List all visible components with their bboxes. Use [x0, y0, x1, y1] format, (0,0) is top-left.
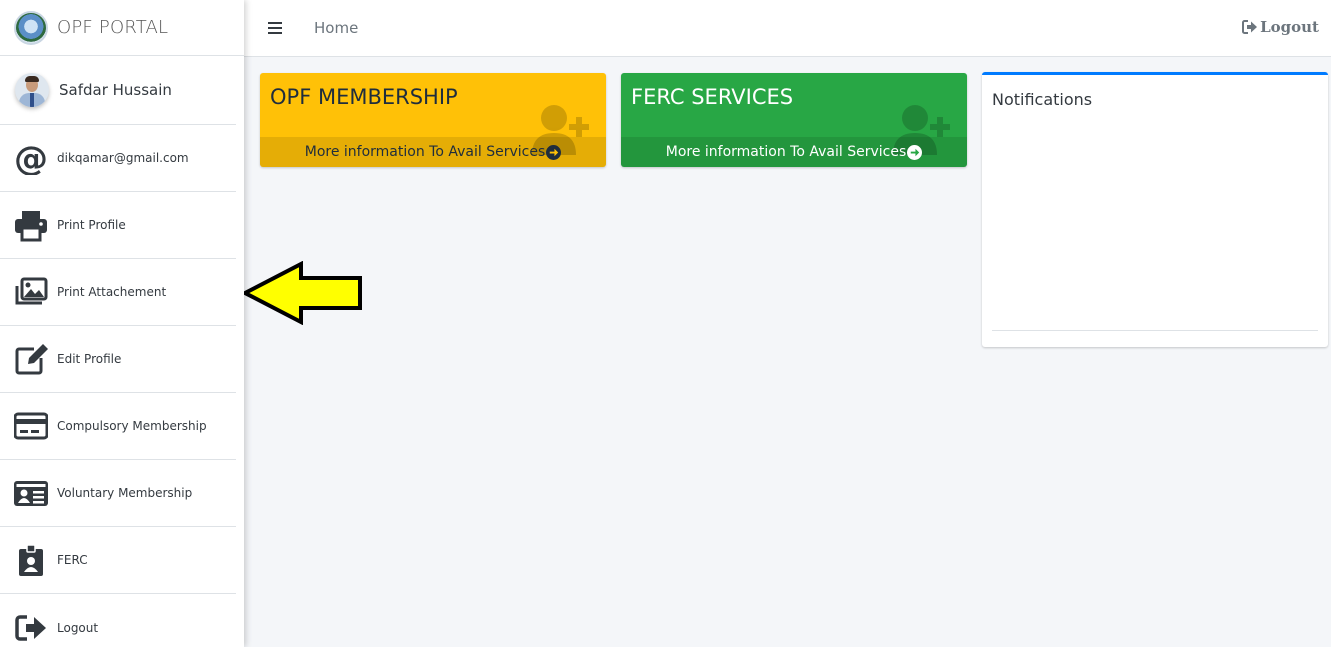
brand-title: OPF PORTAL: [57, 17, 169, 38]
sidebar-item-print-attachement[interactable]: Print Attachement: [0, 259, 236, 326]
images-icon: [14, 275, 48, 309]
logout-label: Logout: [1260, 18, 1319, 36]
annotation-arrow-icon: [242, 261, 362, 325]
ferc-services-more-info-link[interactable]: More information To Avail Services: [621, 137, 967, 167]
sidebar-item-label: FERC: [57, 553, 88, 567]
opf-membership-more-info-link[interactable]: More information To Avail Services: [260, 137, 606, 167]
brand-link[interactable]: OPF PORTAL: [0, 0, 244, 56]
sidebar-item-voluntary-membership[interactable]: Voluntary Membership: [0, 460, 236, 527]
credit-card-icon: [14, 409, 48, 443]
sidebar-item-edit-profile[interactable]: Edit Profile: [0, 326, 236, 393]
svg-text:@: @: [14, 141, 48, 175]
sign-out-icon: [1242, 20, 1258, 34]
opf-membership-title: OPF MEMBERSHIP: [270, 85, 458, 109]
more-info-label: More information To Avail Services: [304, 144, 546, 160]
menu-toggle-icon[interactable]: [268, 22, 282, 34]
sidebar-item-label: dikqamar@gmail.com: [57, 151, 189, 165]
user-name: Safdar Hussain: [59, 81, 172, 99]
ferc-services-title: FERC SERVICES: [631, 85, 794, 109]
sidebar-item-print-profile[interactable]: Print Profile: [0, 192, 236, 259]
user-panel[interactable]: Safdar Hussain: [0, 56, 236, 125]
opf-logo: [14, 10, 48, 45]
sidebar: OPF PORTAL Safdar Hussain @ dikqamar@gma…: [0, 0, 244, 647]
opf-membership-box: OPF MEMBERSHIP More information To Avail…: [260, 73, 606, 167]
id-badge-icon: [14, 543, 48, 577]
at-icon: @: [14, 141, 48, 175]
edit-icon: [14, 342, 48, 376]
more-info-label: More information To Avail Services: [665, 144, 907, 160]
sidebar-item-email[interactable]: @ dikqamar@gmail.com: [0, 125, 236, 192]
avatar: [15, 73, 49, 107]
sidebar-item-label: Print Profile: [57, 218, 126, 232]
printer-icon: [14, 208, 48, 242]
sidebar-item-label: Print Attachement: [57, 285, 167, 299]
card-divider: [992, 330, 1318, 331]
id-card-icon: [14, 476, 48, 510]
sidebar-item-label: Logout: [57, 620, 99, 635]
home-link[interactable]: Home: [314, 19, 358, 37]
logout-link[interactable]: Logout: [1242, 18, 1319, 36]
top-navbar: Home Logout: [244, 0, 1331, 57]
sidebar-item-label: Edit Profile: [57, 352, 122, 366]
arrow-circle-right-icon: [546, 144, 562, 160]
sidebar-item-ferc[interactable]: FERC: [0, 527, 236, 594]
sidebar-item-label: Voluntary Membership: [57, 486, 193, 500]
arrow-circle-right-icon: [907, 144, 923, 160]
ferc-services-box: FERC SERVICES More information To Avail …: [621, 73, 967, 167]
sign-out-icon: [14, 611, 48, 645]
sidebar-item-compulsory-membership[interactable]: Compulsory Membership: [0, 393, 236, 460]
sidebar-nav: @ dikqamar@gmail.com Print Profile Print…: [0, 125, 244, 647]
sidebar-item-label: Compulsory Membership: [57, 419, 207, 433]
notifications-title: Notifications: [992, 90, 1093, 109]
notifications-card: Notifications: [982, 72, 1328, 347]
sidebar-item-logout[interactable]: Logout: [0, 594, 236, 647]
